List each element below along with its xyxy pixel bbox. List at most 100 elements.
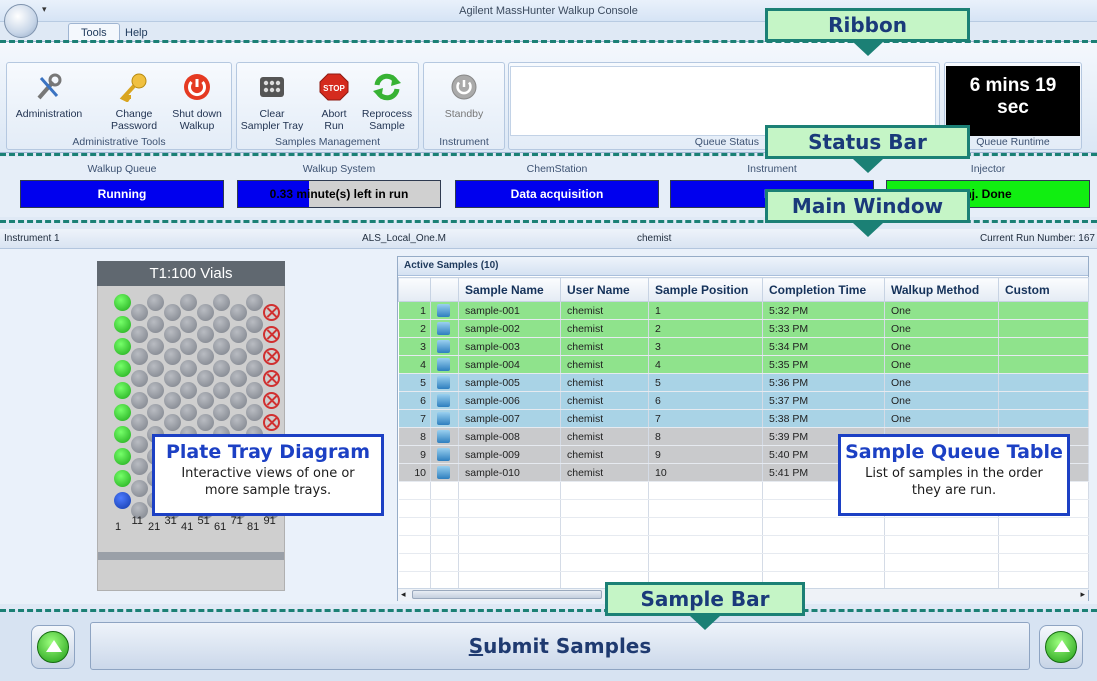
app-menu-orb[interactable]: [4, 4, 38, 38]
scroll-right-icon[interactable]: ▸: [1080, 589, 1085, 600]
vial-empty[interactable]: [163, 414, 181, 431]
vial-empty[interactable]: [213, 404, 230, 421]
vial-empty[interactable]: [196, 392, 214, 409]
vial-queued[interactable]: [114, 382, 131, 399]
vial-empty[interactable]: [196, 348, 214, 365]
col-custom[interactable]: Custom: [998, 277, 1089, 302]
shutdown-walkup-button[interactable]: Shut down Walkup: [168, 72, 226, 132]
vial-active[interactable]: [114, 492, 131, 509]
vial-empty[interactable]: [229, 304, 247, 321]
vial-unavailable-icon[interactable]: [262, 414, 280, 431]
submit-samples-button[interactable]: Submit Samples: [90, 622, 1030, 670]
col-sample-position[interactable]: Sample Position: [648, 277, 763, 302]
col-status-icon[interactable]: [430, 277, 459, 302]
scroll-left-icon[interactable]: ◂: [401, 589, 406, 600]
vial-unavailable-icon[interactable]: [262, 304, 280, 321]
user-name-cell: chemist: [560, 319, 649, 338]
table-row[interactable]: 5 sample-005 chemist 5 5:36 PM One: [398, 373, 1089, 392]
vial-empty[interactable]: [180, 360, 197, 377]
vial-queued[interactable]: [114, 448, 131, 465]
vial-empty[interactable]: [246, 294, 263, 311]
col-completion-time[interactable]: Completion Time: [762, 277, 885, 302]
vial-unavailable-icon[interactable]: [262, 370, 280, 387]
vial-empty[interactable]: [130, 436, 148, 453]
vial-empty[interactable]: [246, 382, 263, 399]
vial-empty[interactable]: [196, 304, 214, 321]
vial-empty[interactable]: [246, 316, 263, 333]
vial-queued[interactable]: [114, 470, 131, 487]
table-row[interactable]: 6 sample-006 chemist 6 5:37 PM One: [398, 391, 1089, 410]
clear-sampler-tray-button[interactable]: Clear Sampler Tray: [240, 72, 304, 132]
abort-run-button[interactable]: STOP Abort Run: [312, 72, 356, 132]
table-row[interactable]: 7 sample-007 chemist 7 5:38 PM One: [398, 409, 1089, 428]
vial-unavailable-icon[interactable]: [262, 392, 280, 409]
vial-empty[interactable]: [229, 392, 247, 409]
vial-empty[interactable]: [130, 414, 148, 431]
vial-empty[interactable]: [180, 316, 197, 333]
vial-queued[interactable]: [114, 338, 131, 355]
vial-empty[interactable]: [163, 370, 181, 387]
vial-empty[interactable]: [196, 326, 214, 343]
vial-empty[interactable]: [147, 382, 164, 399]
vial-empty[interactable]: [213, 316, 230, 333]
vial-empty[interactable]: [147, 404, 164, 421]
vial-empty[interactable]: [147, 316, 164, 333]
vial-empty[interactable]: [196, 414, 214, 431]
vial-empty[interactable]: [180, 338, 197, 355]
vial-empty[interactable]: [130, 326, 148, 343]
vial-empty[interactable]: [130, 392, 148, 409]
vial-empty[interactable]: [246, 404, 263, 421]
vial-empty[interactable]: [180, 382, 197, 399]
vial-empty[interactable]: [246, 338, 263, 355]
col-user-name[interactable]: User Name: [560, 277, 649, 302]
vial-unavailable-icon[interactable]: [262, 348, 280, 365]
vial-empty[interactable]: [229, 348, 247, 365]
vial-empty[interactable]: [130, 370, 148, 387]
table-row[interactable]: 2 sample-002 chemist 2 5:33 PM One: [398, 319, 1089, 338]
vial-empty[interactable]: [147, 338, 164, 355]
table-row[interactable]: 4 sample-004 chemist 4 5:35 PM One: [398, 355, 1089, 374]
col-walkup-method[interactable]: Walkup Method: [884, 277, 999, 302]
vial-empty[interactable]: [213, 360, 230, 377]
vial-empty[interactable]: [147, 294, 164, 311]
vial-empty[interactable]: [246, 360, 263, 377]
vial-queued[interactable]: [114, 316, 131, 333]
col-index[interactable]: [398, 277, 431, 302]
user-name: chemist: [637, 233, 672, 244]
right-expand-button[interactable]: [1039, 625, 1083, 669]
scrollbar-thumb[interactable]: [412, 590, 602, 599]
vial-empty[interactable]: [130, 480, 148, 497]
submit-mnemonic: S: [468, 634, 484, 658]
vial-empty[interactable]: [130, 304, 148, 321]
standby-button[interactable]: Standby: [430, 72, 498, 120]
vial-empty[interactable]: [180, 404, 197, 421]
vial-empty[interactable]: [229, 370, 247, 387]
reprocess-sample-button[interactable]: Reprocess Sample: [358, 72, 416, 132]
vial-queued[interactable]: [114, 426, 131, 443]
left-expand-button[interactable]: [31, 625, 75, 669]
table-row[interactable]: 3 sample-003 chemist 3 5:34 PM One: [398, 337, 1089, 356]
vial-empty[interactable]: [229, 414, 247, 431]
vial-empty[interactable]: [213, 382, 230, 399]
vial-empty[interactable]: [130, 348, 148, 365]
change-password-button[interactable]: Change Password: [106, 72, 162, 132]
vial-empty[interactable]: [147, 360, 164, 377]
vial-unavailable-icon[interactable]: [262, 326, 280, 343]
vial-queued[interactable]: [114, 294, 131, 311]
vial-empty[interactable]: [130, 458, 148, 475]
vial-empty[interactable]: [213, 338, 230, 355]
col-sample-name[interactable]: Sample Name: [458, 277, 561, 302]
vial-empty[interactable]: [163, 392, 181, 409]
table-row[interactable]: 1 sample-001 chemist 1 5:32 PM One: [398, 301, 1089, 320]
administration-button[interactable]: Administration: [14, 72, 84, 120]
vial-empty[interactable]: [163, 348, 181, 365]
vial-queued[interactable]: [114, 404, 131, 421]
vial-empty[interactable]: [163, 326, 181, 343]
vial-empty[interactable]: [180, 294, 197, 311]
vial-empty[interactable]: [163, 304, 181, 321]
vial-queued[interactable]: [114, 360, 131, 377]
vial-empty[interactable]: [229, 326, 247, 343]
vial-empty[interactable]: [213, 294, 230, 311]
vial-empty[interactable]: [196, 370, 214, 387]
sample-name-cell: sample-009: [458, 445, 561, 464]
